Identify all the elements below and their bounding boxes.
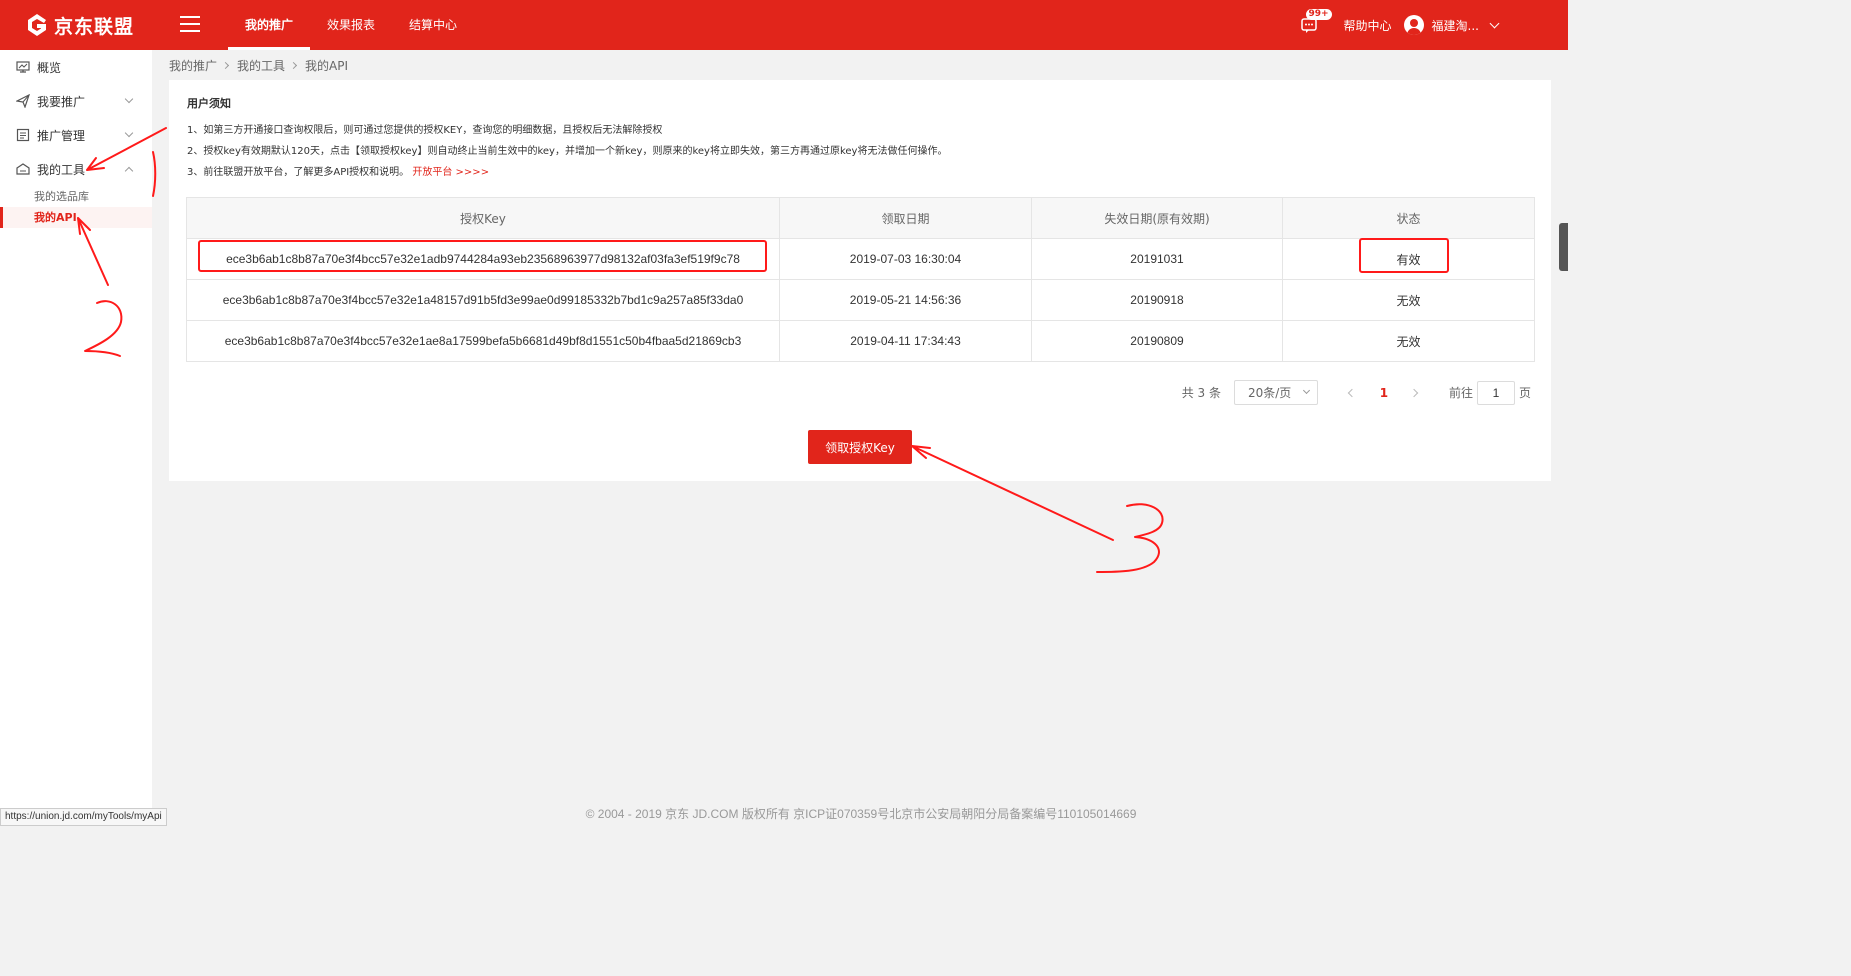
auth-key-cell[interactable]: ece3b6ab1c8b87a70e3f4bcc57e32e1a48157d91… — [186, 279, 780, 321]
browser-status-url: https://union.jd.com/myTools/myApi — [0, 808, 167, 826]
column-header-status: 状态 — [1282, 197, 1535, 239]
auth-key-cell[interactable]: ece3b6ab1c8b87a70e3f4bcc57e32e1ae8a17599… — [186, 320, 780, 362]
header-actions: 99+ 帮助中心 福建淘... — [1300, 0, 1500, 50]
receive-date-cell: 2019-04-11 17:34:43 — [779, 320, 1032, 362]
sidebar-item-label: 我的工具 — [37, 162, 86, 177]
column-header-expiry: 失效日期(原有效期) — [1031, 197, 1283, 239]
chevron-down-icon — [124, 128, 134, 138]
sidebar-item-promote[interactable]: 我要推广 — [0, 84, 152, 118]
total-count: 共 3 条 — [1181, 386, 1221, 400]
get-auth-key-button[interactable]: 领取授权Key — [808, 430, 912, 464]
annotation-number-1 — [152, 151, 157, 197]
chevron-down-icon[interactable] — [1489, 18, 1500, 28]
footer-copyright: © 2004 - 2019 京东 JD.COM 版权所有 京ICP证070359… — [585, 807, 1137, 821]
status-cell: 无效 — [1282, 279, 1535, 321]
hamburger-menu-icon[interactable] — [180, 16, 200, 34]
goto-label: 前往 — [1448, 386, 1473, 400]
page-size-value: 20条/页 — [1247, 386, 1292, 400]
expiry-date-cell: 20191031 — [1031, 238, 1283, 280]
top-bar: 京东联盟 我的推广 效果报表 结算中心 99+ 帮助中心 福建淘... — [0, 0, 1568, 50]
auth-key-table: 授权Key 领取日期 失效日期(原有效期) 状态 ece3b6ab1c8b87a… — [186, 197, 1535, 362]
chevron-down-icon — [1302, 386, 1311, 395]
receive-date-cell: 2019-07-03 16:30:04 — [779, 238, 1032, 280]
expiry-date-cell: 20190918 — [1031, 279, 1283, 321]
breadcrumb-item-current: 我的API — [305, 59, 349, 73]
column-header-key: 授权Key — [186, 197, 780, 239]
help-center-link[interactable]: 帮助中心 — [1344, 17, 1392, 34]
message-icon[interactable]: 99+ — [1300, 9, 1332, 34]
chevron-down-icon — [124, 94, 134, 104]
sidebar-item-promotion-management[interactable]: 推广管理 — [0, 118, 152, 152]
table-row: ece3b6ab1c8b87a70e3f4bcc57e32e1adb974428… — [186, 238, 1535, 280]
notice-line-3: 3、前往联盟开放平台，了解更多API授权和说明。 开放平台 >>>> — [187, 163, 489, 178]
annotation-number-3 — [1096, 503, 1164, 573]
notice-line-2: 2、授权key有效期默认120天，点击【领取授权key】则自动终止当前生效中的k… — [187, 146, 948, 157]
nav-tab-reports[interactable]: 效果报表 — [310, 0, 392, 50]
status-cell: 有效 — [1282, 238, 1535, 280]
side-widget[interactable] — [1559, 223, 1568, 271]
chevron-right-icon — [289, 61, 298, 70]
auth-key-cell[interactable]: ece3b6ab1c8b87a70e3f4bcc57e32e1adb974428… — [186, 238, 780, 280]
breadcrumb-item[interactable]: 我的推广 — [169, 57, 217, 74]
next-page-icon[interactable] — [1405, 382, 1427, 404]
chevron-up-icon — [124, 166, 134, 176]
jd-logo-icon — [24, 12, 50, 38]
pagination: 共 3 条 20条/页 1 前往 页 — [1182, 380, 1531, 405]
page-unit-label: 页 — [1518, 386, 1531, 400]
toolbox-icon — [16, 162, 30, 176]
status-cell: 无效 — [1282, 320, 1535, 362]
brand-logo[interactable]: 京东联盟 — [24, 10, 134, 40]
sidebar-item-label: 概览 — [37, 60, 62, 75]
column-header-date: 领取日期 — [779, 197, 1032, 239]
sidebar-subitem-product-library[interactable]: 我的选品库 — [0, 186, 152, 207]
breadcrumb-item[interactable]: 我的工具 — [237, 57, 285, 74]
monitor-icon — [16, 60, 30, 74]
sidebar-item-my-tools[interactable]: 我的工具 — [0, 152, 152, 186]
nav-tab-my-promotion[interactable]: 我的推广 — [228, 0, 311, 50]
sidebar-item-label: 我要推广 — [37, 94, 86, 109]
sidebar: 概览 我要推广 推广管理 我的工具 我的选品库 我的API — [0, 50, 152, 826]
sidebar-item-overview[interactable]: 概览 — [0, 50, 152, 84]
expiry-date-cell: 20190809 — [1031, 320, 1283, 362]
message-count-badge: 99+ — [1305, 9, 1332, 20]
page-size-select[interactable]: 20条/页 — [1233, 380, 1318, 405]
sidebar-item-label: 推广管理 — [37, 128, 86, 143]
main-nav: 我的推广 效果报表 结算中心 — [228, 0, 474, 50]
notice-line-1: 1、如第三方开通接口查询权限后，则可通过您提供的授权KEY，查询您的明细数据，且… — [187, 125, 663, 136]
list-icon — [16, 128, 30, 142]
breadcrumb: 我的推广 我的工具 我的API — [169, 57, 348, 74]
prev-page-icon[interactable] — [1341, 382, 1363, 404]
paper-plane-icon — [15, 93, 31, 109]
receive-date-cell: 2019-05-21 14:56:36 — [779, 279, 1032, 321]
brand-name: 京东联盟 — [54, 15, 135, 38]
table-row: ece3b6ab1c8b87a70e3f4bcc57e32e1a48157d91… — [186, 279, 1535, 321]
notice-title: 用户须知 — [187, 97, 231, 110]
table-header-row: 授权Key 领取日期 失效日期(原有效期) 状态 — [186, 197, 1535, 239]
sidebar-subitem-my-api[interactable]: 我的API — [0, 207, 152, 228]
page-number-current[interactable]: 1 — [1373, 386, 1395, 400]
open-platform-link[interactable]: 开放平台 >>>> — [412, 167, 489, 178]
notice-line-3-text: 3、前往联盟开放平台，了解更多API授权和说明。 — [187, 167, 410, 178]
goto-page-input[interactable] — [1476, 380, 1515, 405]
avatar[interactable] — [1403, 15, 1424, 35]
table-row: ece3b6ab1c8b87a70e3f4bcc57e32e1ae8a17599… — [186, 320, 1535, 362]
nav-tab-settlement[interactable]: 结算中心 — [392, 0, 474, 50]
api-panel: 用户须知 1、如第三方开通接口查询权限后，则可通过您提供的授权KEY，查询您的明… — [169, 80, 1551, 481]
user-name[interactable]: 福建淘... — [1432, 17, 1479, 34]
chevron-right-icon — [221, 61, 230, 70]
